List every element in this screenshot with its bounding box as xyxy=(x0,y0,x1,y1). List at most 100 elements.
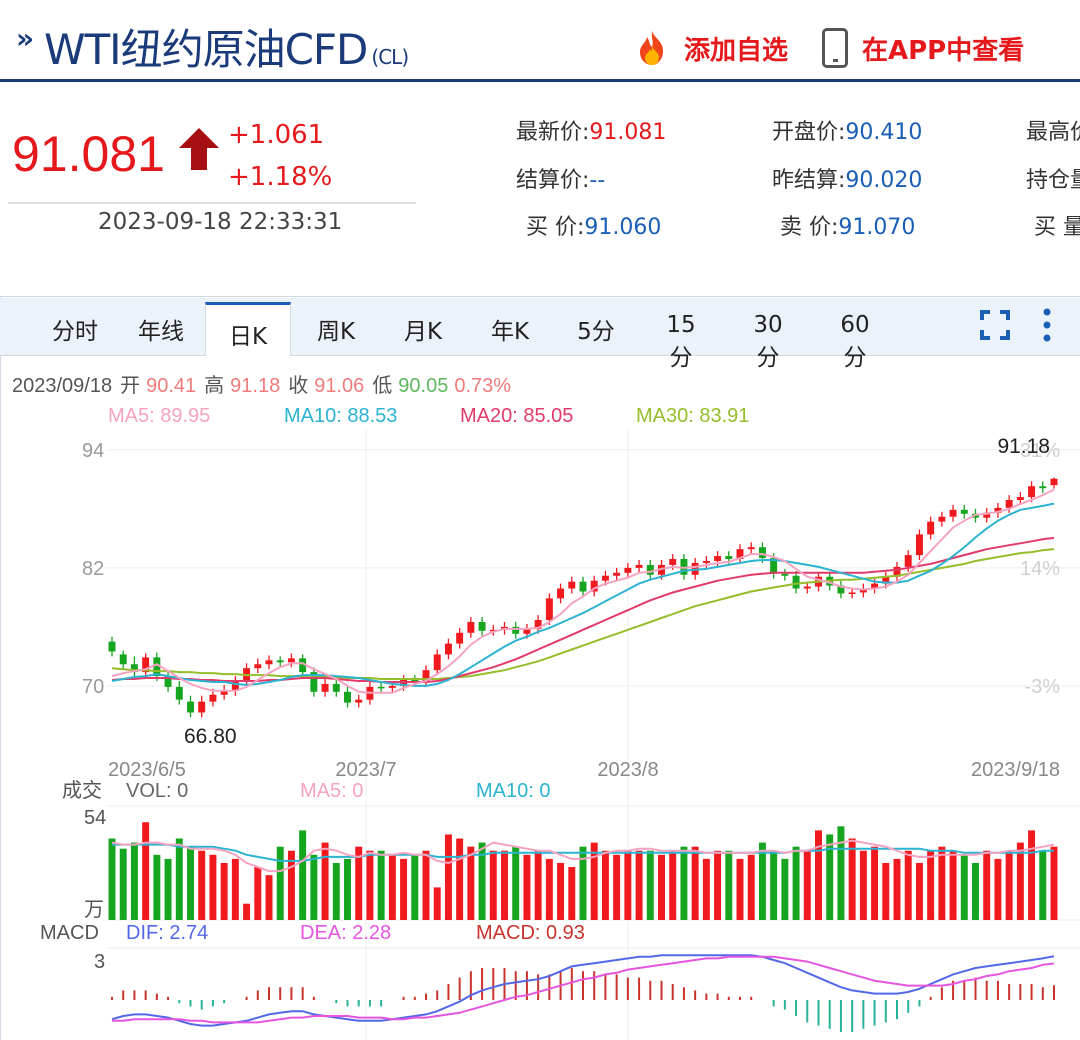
page-title: WTI纽约原油CFD (CL) xyxy=(44,25,409,74)
volume-bar xyxy=(624,850,632,920)
more-options-icon[interactable] xyxy=(1040,308,1054,342)
candle-body xyxy=(344,691,351,703)
candle-body xyxy=(646,564,654,575)
tab-monthly-k[interactable]: 月K xyxy=(401,312,445,346)
tab-intraday[interactable]: 分时 xyxy=(50,312,100,346)
candle-body xyxy=(960,509,968,514)
candle-body xyxy=(433,654,441,671)
volume-bar xyxy=(545,858,553,920)
candle-body xyxy=(702,560,710,563)
volume-bar xyxy=(1028,830,1036,920)
volume-bar xyxy=(747,854,755,920)
volume-bar xyxy=(938,846,946,920)
tab-weekly-k[interactable]: 周K xyxy=(314,312,358,346)
x-axis-label: 2023/6/5 xyxy=(108,759,186,781)
volume-bar xyxy=(187,846,194,920)
volume-bar xyxy=(254,867,262,920)
volume-bar xyxy=(243,903,251,920)
quote-high: 最高价 xyxy=(1026,120,1080,145)
candle-body xyxy=(848,592,856,594)
vol-y-top: 54 xyxy=(84,807,106,829)
volume-bar xyxy=(714,850,722,920)
volume-bar xyxy=(848,838,856,920)
volume-bar xyxy=(960,854,968,920)
volume-bar xyxy=(377,850,385,920)
volume-bar xyxy=(792,846,800,920)
quote-last: 最新价:91.081 xyxy=(516,120,667,145)
vol-ma10-label: MA10: 0 xyxy=(476,780,550,802)
volume-bar xyxy=(826,834,834,920)
volume-bar xyxy=(501,850,508,920)
title-chevron-icon: » xyxy=(16,22,35,55)
vol-ma5-label: MA5: 0 xyxy=(300,780,363,802)
volume-bar xyxy=(332,862,340,920)
volume-bar xyxy=(590,842,598,920)
open-app-button[interactable]: 在APP中查看 xyxy=(822,28,1024,68)
volume-bar xyxy=(635,850,643,920)
last-price: 91.081 xyxy=(12,126,165,182)
price-change-percent: +1.18% xyxy=(228,162,333,192)
volume-bar xyxy=(613,854,621,920)
candle-body xyxy=(1039,486,1047,489)
volume-bar xyxy=(142,822,150,920)
volume-bar xyxy=(130,842,138,920)
tab-daily-k[interactable]: 日K xyxy=(205,302,291,356)
volume-bar xyxy=(893,858,901,920)
candle-body xyxy=(747,547,755,550)
vol-label: VOL: 0 xyxy=(126,780,188,802)
period-tabs: 分时 年线 日K 周K 月K 年K 5分 15分 30分 60分 xyxy=(0,298,1080,371)
candle-body xyxy=(265,660,273,665)
candle-body xyxy=(949,509,957,517)
candle-body xyxy=(187,701,194,713)
volume-bar xyxy=(119,848,127,920)
candle-body xyxy=(915,534,923,556)
volume-bar xyxy=(702,858,710,920)
candle-body xyxy=(119,654,127,665)
candle-body xyxy=(444,643,452,655)
candle-body xyxy=(276,660,284,663)
legend-ma30: MA30: 83.91 xyxy=(636,405,749,427)
candle-body xyxy=(355,699,363,703)
fullscreen-icon[interactable] xyxy=(980,310,1010,340)
candle-body xyxy=(467,621,475,633)
candle-body xyxy=(624,567,632,573)
volume-bar xyxy=(871,846,879,920)
tab-yearly-k[interactable]: 年K xyxy=(488,312,532,346)
candle-body xyxy=(287,658,295,663)
max-price-label: 91.18 xyxy=(997,435,1050,458)
volume-bar xyxy=(489,850,497,920)
tab-year-line[interactable]: 年线 xyxy=(136,312,186,346)
candle-body xyxy=(478,621,486,631)
kline-chart: 2023/09/18 开 90.41 高 91.18 收 91.06 低 90.05 0.73% … xyxy=(12,374,1080,1040)
y-tick-label: 70 xyxy=(82,676,104,698)
macd-title: MACD xyxy=(40,922,99,944)
tab-5min[interactable]: 5分 xyxy=(576,312,616,346)
candle-body xyxy=(198,701,206,713)
volume-bar xyxy=(456,838,464,920)
quote-open: 开盘价:90.410 xyxy=(772,120,923,145)
macd-value-label: MACD: 0.93 xyxy=(476,922,585,944)
candle-body xyxy=(332,683,340,692)
volume-bar xyxy=(691,846,699,920)
volume-bar xyxy=(299,830,307,920)
candle-body xyxy=(557,588,565,599)
x-axis-label: 2023/8 xyxy=(597,759,658,781)
volume-bar xyxy=(276,846,284,920)
candle-body xyxy=(781,573,789,576)
candle-body xyxy=(254,664,262,669)
candle-body xyxy=(904,555,912,567)
volume-bar xyxy=(646,850,654,920)
divider xyxy=(8,202,416,204)
candle-body xyxy=(388,685,396,688)
volume-bar xyxy=(467,846,475,920)
candle-body xyxy=(938,516,946,522)
add-favorite-button[interactable]: 添加自选 xyxy=(632,28,788,68)
volume-bar xyxy=(725,850,733,920)
candle-body xyxy=(792,575,800,589)
volume-bar xyxy=(198,850,206,920)
open-app-label: 在APP中查看 xyxy=(862,35,1025,66)
volume-bar xyxy=(321,842,329,920)
macd-y-top: 3 xyxy=(94,951,105,973)
volume-bar xyxy=(433,887,441,920)
legend-ma20: MA20: 85.05 xyxy=(460,405,573,427)
